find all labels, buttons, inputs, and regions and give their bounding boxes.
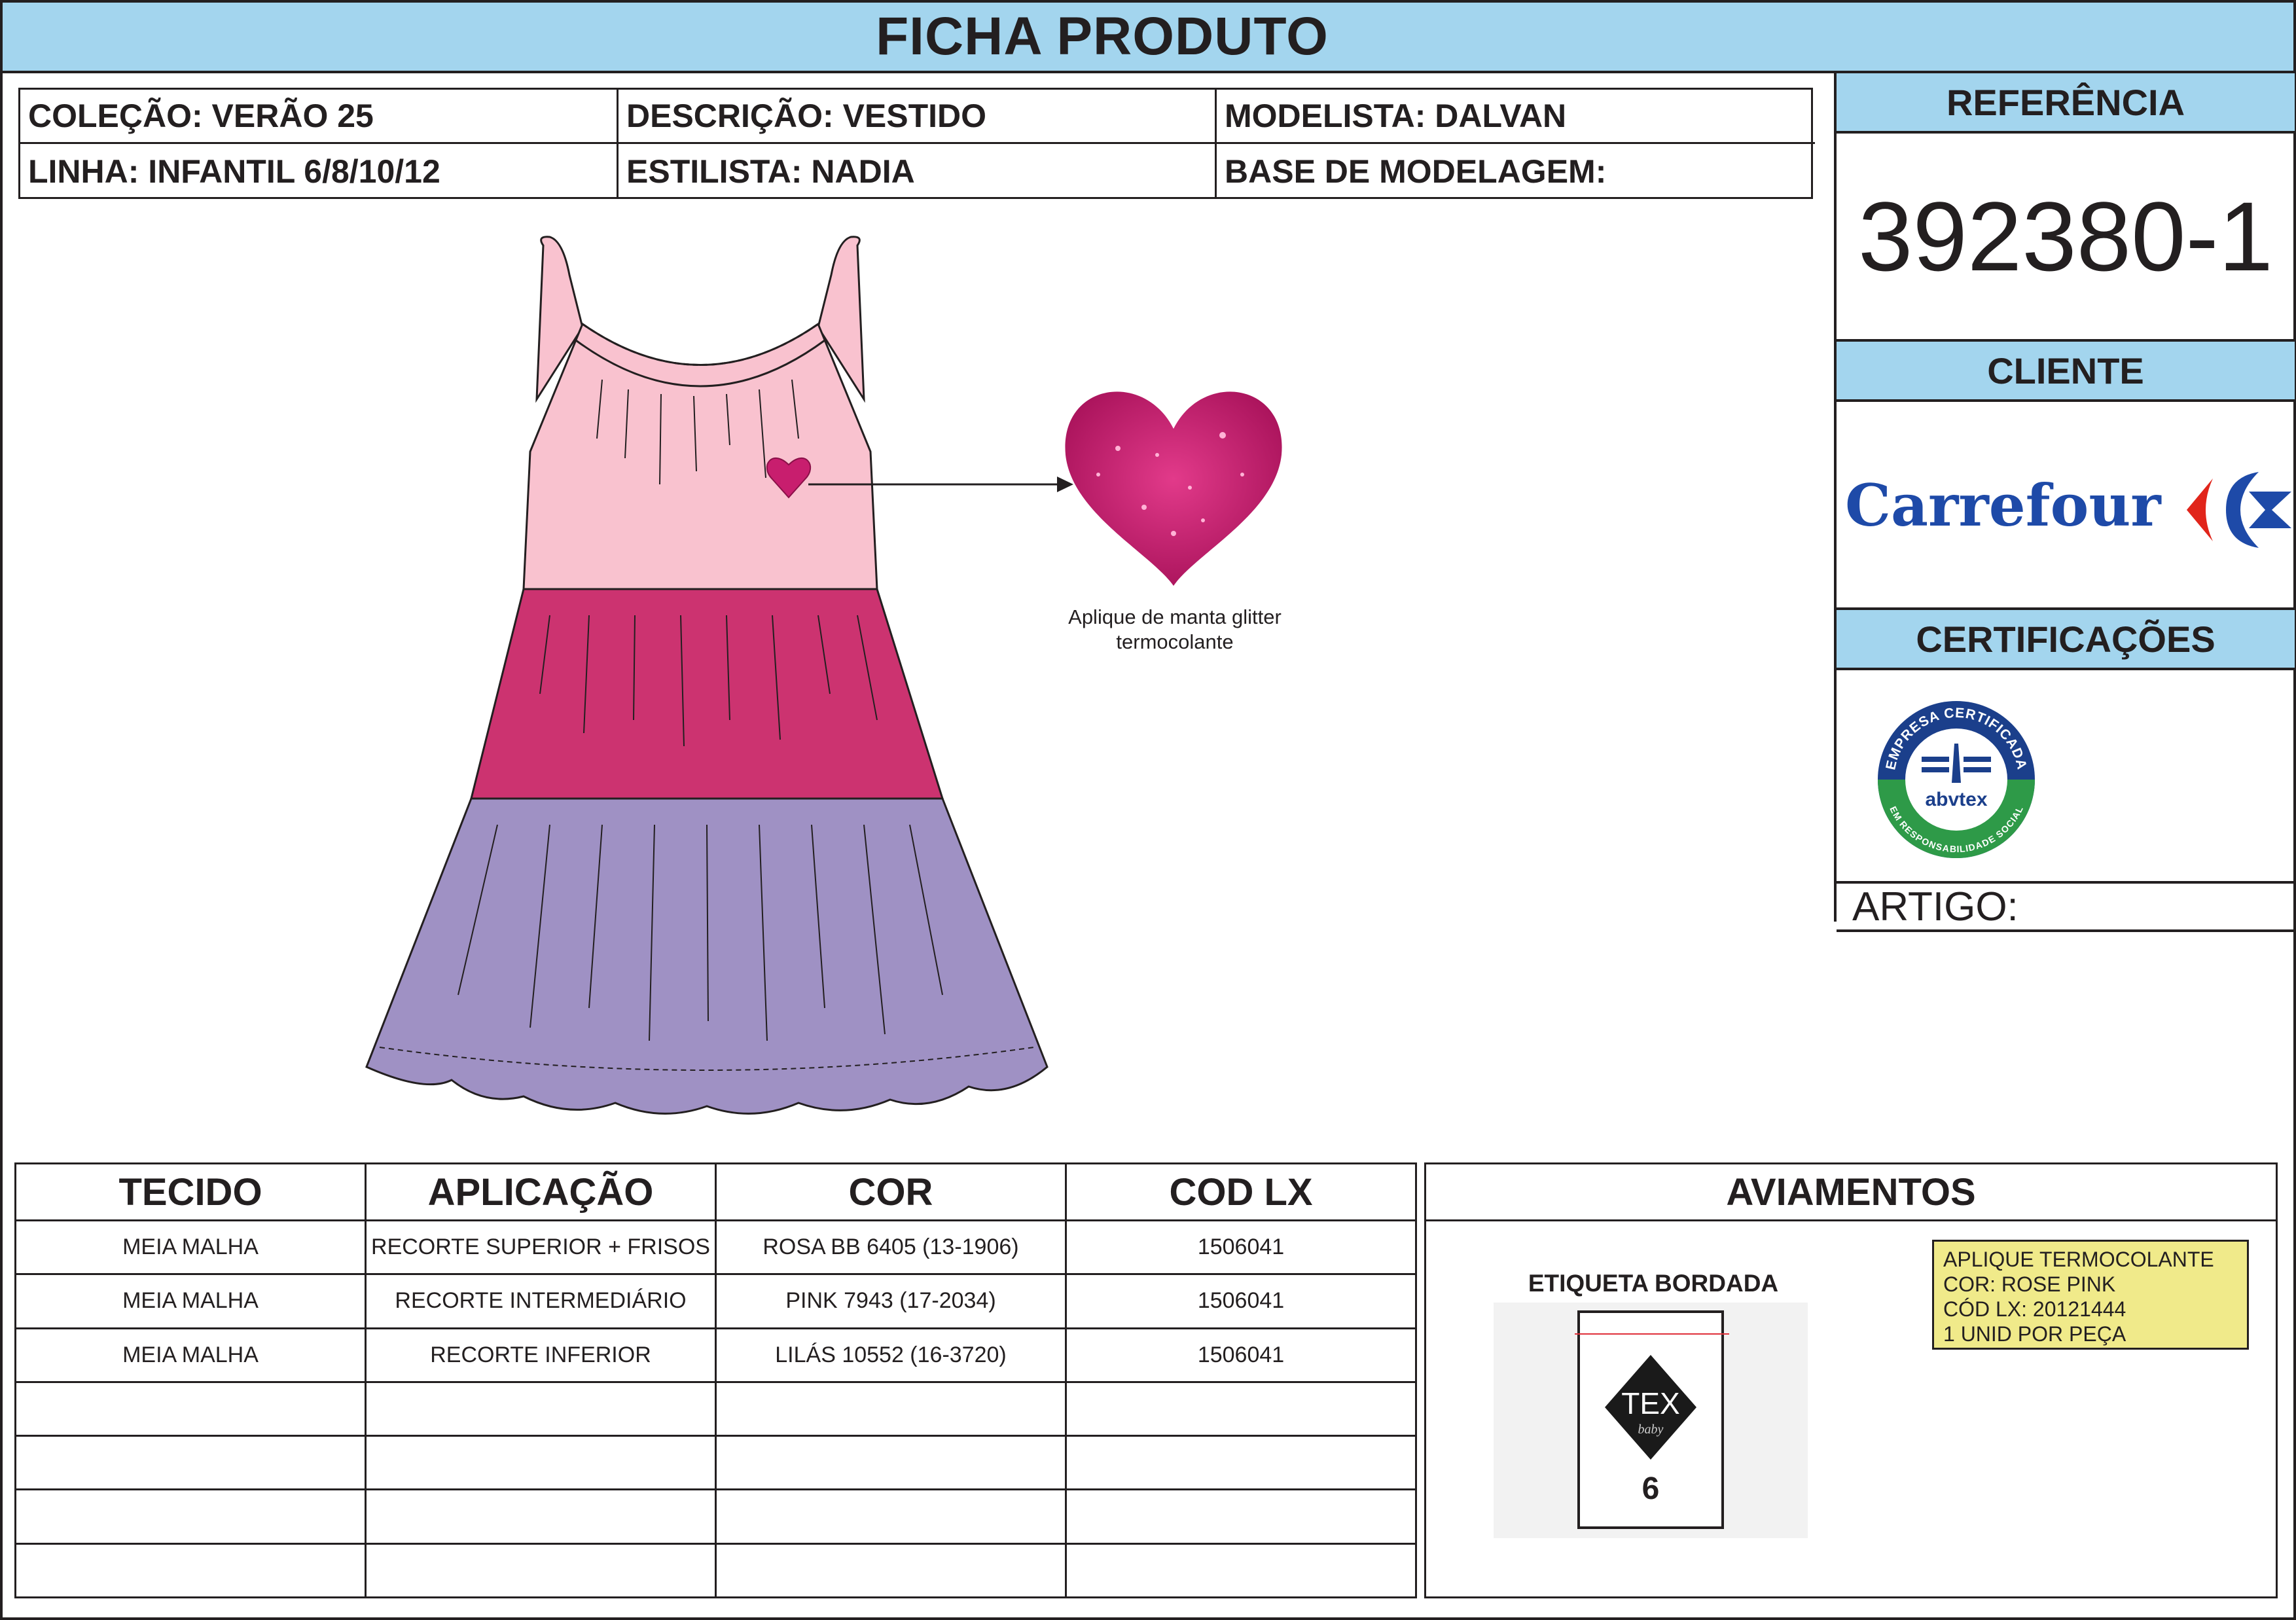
table-cell xyxy=(715,1488,1067,1545)
column-header: COR xyxy=(715,1162,1067,1221)
table-row: MEIA MALHA RECORTE INFERIOR LILÁS 10552 … xyxy=(14,1327,1417,1383)
table-row: MEIA MALHA RECORTE INTERMEDIÁRIO PINK 79… xyxy=(14,1273,1417,1329)
fabric-table: TECIDO APLICAÇÃO COR COD LX MEIA MALHA R… xyxy=(14,1162,1417,1599)
table-cell xyxy=(1065,1488,1417,1545)
table-row: MEIA MALHA RECORTE SUPERIOR + FRISOS ROS… xyxy=(14,1219,1417,1276)
client-logo: Carrefour xyxy=(1837,402,2295,607)
table-cell xyxy=(14,1542,367,1599)
table-cell xyxy=(1065,1542,1417,1599)
caption-line-1: Aplique de manta glitter xyxy=(1068,605,1282,628)
table-cell xyxy=(715,1435,1067,1491)
modelista-field: MODELISTA: DALVAN xyxy=(1217,90,1815,144)
linha-field: LINHA: INFANTIL 6/8/10/12 xyxy=(20,144,619,199)
etiqueta-label: ETIQUETA BORDADA xyxy=(1528,1270,1779,1297)
note-line: APLIQUE TERMOCOLANTE xyxy=(1943,1248,2214,1271)
table-cell xyxy=(365,1380,717,1437)
descricao-field: DESCRIÇÃO: VESTIDO xyxy=(619,90,1217,144)
table-cell xyxy=(365,1488,717,1545)
table-cell: RECORTE INTERMEDIÁRIO xyxy=(365,1273,717,1329)
page-title-bar: FICHA PRODUTO xyxy=(3,3,2293,73)
dress-top-tier xyxy=(522,322,878,590)
table-cell xyxy=(14,1488,367,1545)
note-line: CÓD LX: 20121444 xyxy=(1943,1297,2126,1321)
carrefour-mark-icon xyxy=(2249,492,2291,528)
table-cell xyxy=(1065,1380,1417,1437)
carrefour-logo: Carrefour xyxy=(1845,471,2291,548)
table-cell xyxy=(365,1435,717,1491)
table-cell: RECORTE INFERIOR xyxy=(365,1327,717,1383)
table-cell: MEIA MALHA xyxy=(14,1273,367,1329)
product-info-table: COLEÇÃO: VERÃO 25 DESCRIÇÃO: VESTIDO MOD… xyxy=(18,88,1815,199)
carrefour-wordmark: Carrefour xyxy=(1845,471,2162,539)
column-header: TECIDO xyxy=(14,1162,367,1221)
note-line: 1 UNID POR PEÇA xyxy=(1943,1322,2126,1346)
fabric-table-header: TECIDO APLICAÇÃO COR COD LX xyxy=(14,1162,1417,1221)
side-panel: REFERÊNCIA 392380-1 CLIENTE Carrefour CE… xyxy=(1834,73,2295,932)
table-cell xyxy=(715,1542,1067,1599)
table-cell: ROSA BB 6405 (13-1906) xyxy=(715,1219,1067,1276)
table-cell: MEIA MALHA xyxy=(14,1219,367,1276)
label-brand: TEX xyxy=(1621,1386,1679,1420)
page-title: FICHA PRODUTO xyxy=(876,7,1329,66)
table-cell: MEIA MALHA xyxy=(14,1327,367,1383)
table-cell xyxy=(365,1542,717,1599)
embroidered-label-image: TEX baby 6 xyxy=(1494,1303,1808,1538)
colecao-field: COLEÇÃO: VERÃO 25 xyxy=(20,90,619,144)
label-size: 6 xyxy=(1642,1471,1660,1506)
referencia-header: REFERÊNCIA xyxy=(1837,73,2295,134)
carrefour-red-chevron-icon xyxy=(2187,478,2213,541)
dress-illustration xyxy=(365,236,1073,1115)
note-line: COR: ROSE PINK xyxy=(1943,1272,2116,1296)
table-cell xyxy=(14,1380,367,1437)
referencia-value: 392380-1 xyxy=(1858,181,2273,291)
aviamentos-header: AVIAMENTOS xyxy=(1426,1164,2276,1221)
table-cell: 1506041 xyxy=(1065,1327,1417,1383)
carrefour-blue-chevron-icon xyxy=(2226,472,2259,548)
table-cell: LILÁS 10552 (16-3720) xyxy=(715,1327,1067,1383)
seal-brand-text: abvtex xyxy=(1925,789,1987,810)
certificacoes-header: CERTIFICAÇÕES xyxy=(1837,607,2295,670)
table-cell: 1506041 xyxy=(1065,1219,1417,1276)
caption-line-2: termocolante xyxy=(1116,630,1234,653)
table-cell xyxy=(14,1435,367,1491)
table-row xyxy=(14,1488,1417,1545)
cliente-header: CLIENTE xyxy=(1837,339,2295,402)
column-header: COD LX xyxy=(1065,1162,1417,1221)
table-cell: RECORTE SUPERIOR + FRISOS xyxy=(365,1219,717,1276)
table-row xyxy=(14,1435,1417,1491)
certificacoes-box: EMPRESA CERTIFICADA EM RESPONSABILIDADE … xyxy=(1837,670,2295,881)
estilista-field: ESTILISTA: NADIA xyxy=(619,144,1217,199)
applique-caption: Aplique de manta glitter termocolante xyxy=(1034,605,1316,655)
table-cell: 1506041 xyxy=(1065,1273,1417,1329)
column-header: APLICAÇÃO xyxy=(365,1162,717,1221)
label-sub: baby xyxy=(1638,1422,1664,1437)
applique-note: APLIQUE TERMOCOLANTE COR: ROSE PINK CÓD … xyxy=(1932,1240,2249,1350)
table-row xyxy=(14,1380,1417,1437)
table-cell xyxy=(1065,1435,1417,1491)
table-row xyxy=(14,1542,1417,1599)
base-modelagem-field: BASE DE MODELAGEM: xyxy=(1225,153,1607,190)
glitter-heart-icon xyxy=(1065,391,1282,586)
abvtex-seal-icon: EMPRESA CERTIFICADA EM RESPONSABILIDADE … xyxy=(1878,701,2035,858)
artigo-field: ARTIGO: xyxy=(1837,881,2295,932)
table-cell xyxy=(715,1380,1067,1437)
table-cell: PINK 7943 (17-2034) xyxy=(715,1273,1067,1329)
